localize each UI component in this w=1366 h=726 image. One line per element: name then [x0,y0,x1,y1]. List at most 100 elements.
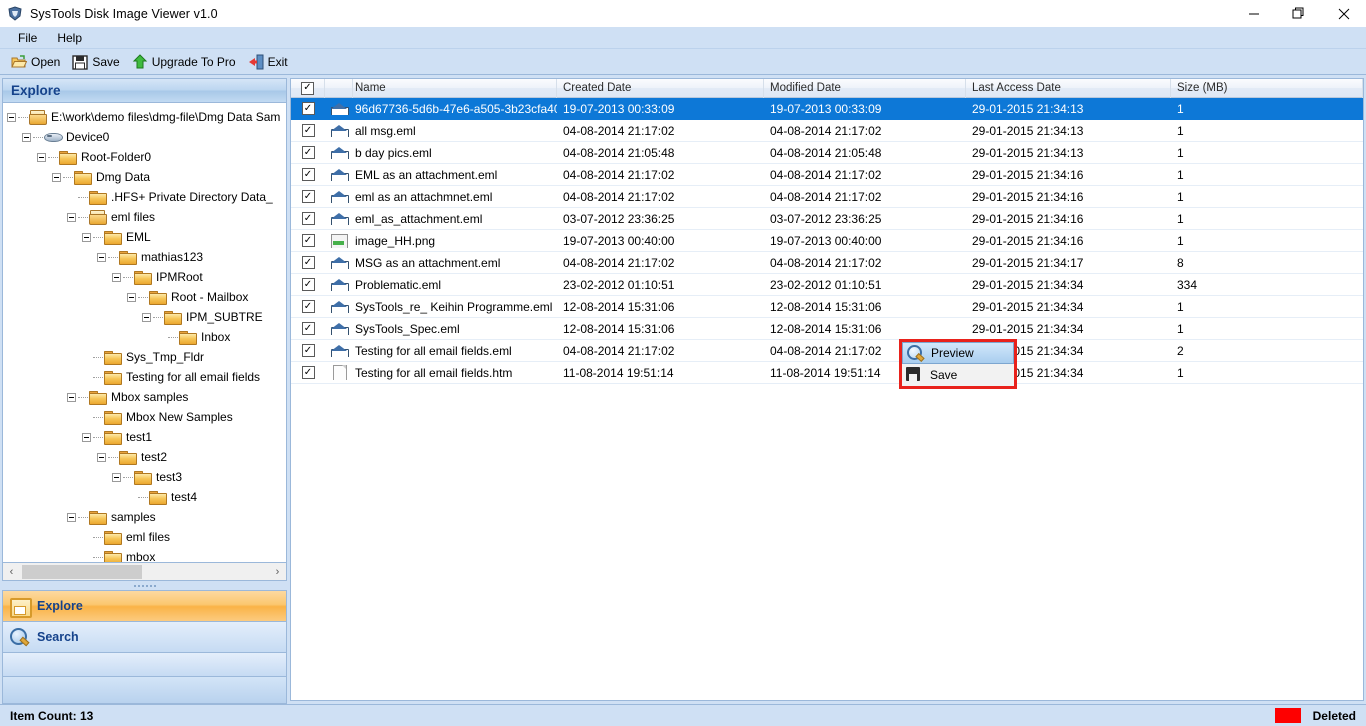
row-checkbox[interactable]: ✓ [301,366,315,379]
row-checkbox-cell[interactable]: ✓ [291,168,325,181]
tree-node[interactable]: test4 [7,487,286,507]
tree-expander-collapse-icon[interactable] [82,432,91,442]
tree-expander-collapse-icon[interactable] [22,132,31,142]
row-checkbox[interactable]: ✓ [301,102,315,115]
tree-expander-collapse-icon[interactable] [52,172,61,182]
panel-splitter[interactable] [2,581,287,590]
tree-expander-collapse-icon[interactable] [67,512,76,522]
table-row[interactable]: ✓ Testing for all email fields.htm 11-08-2… [291,362,1363,384]
tree-expander-collapse-icon[interactable] [142,312,151,322]
row-checkbox[interactable]: ✓ [301,212,315,225]
table-row[interactable]: ✓ eml as an attachmnet.eml 04-08-2014 21:1… [291,186,1363,208]
tree-node[interactable]: test2 [7,447,286,467]
upgrade-to-pro-button[interactable]: Upgrade To Pro [127,52,241,72]
tree-node[interactable]: Device0 [7,127,286,147]
tree-node[interactable]: mbox [7,547,286,562]
tree-expander-collapse-icon[interactable] [97,252,106,262]
row-checkbox-cell[interactable]: ✓ [291,124,325,137]
row-checkbox[interactable]: ✓ [301,234,315,247]
tree-node[interactable]: Inbox [7,327,286,347]
row-checkbox[interactable]: ✓ [301,168,315,181]
row-checkbox[interactable]: ✓ [301,300,315,313]
row-checkbox-cell[interactable]: ✓ [291,366,325,379]
row-checkbox-cell[interactable]: ✓ [291,146,325,159]
select-all-checkbox[interactable]: ✓ [301,81,314,95]
column-header-created-date[interactable]: Created Date [557,79,764,98]
tree-node[interactable]: IPMRoot [7,267,286,287]
table-row[interactable]: ✓ 96d67736-5d6b-47e6-a505-3b23cfa40... 19-… [291,98,1363,120]
column-header-last-access-date[interactable]: Last Access Date [966,79,1171,98]
menu-item-help[interactable]: Help [47,29,92,47]
tree-expander-collapse-icon[interactable] [82,232,91,242]
scrollbar-track[interactable] [20,563,269,580]
column-header-select-all[interactable]: ✓ [291,79,325,98]
row-checkbox[interactable]: ✓ [301,146,315,159]
tree-node[interactable]: eml files [7,527,286,547]
row-checkbox[interactable]: ✓ [301,344,315,357]
row-checkbox[interactable]: ✓ [301,124,315,137]
tree-node[interactable]: test3 [7,467,286,487]
tree-expander-collapse-icon[interactable] [127,292,136,302]
scroll-right-arrow-icon[interactable]: › [269,564,286,580]
tree-horizontal-scrollbar[interactable]: ‹ › [2,563,287,581]
context-menu-item-save[interactable]: Save [902,364,1014,386]
table-row[interactable]: ✓ all msg.eml 04-08-2014 21:17:02 04-08-201… [291,120,1363,142]
tree-node[interactable]: Dmg Data [7,167,286,187]
close-button[interactable] [1321,0,1366,27]
tree-expander-collapse-icon[interactable] [112,472,121,482]
tree-node[interactable]: Testing for all email fields [7,367,286,387]
sidebar-item-explore[interactable]: Explore [3,591,286,622]
sidebar-item-search[interactable]: Search [3,622,286,653]
row-checkbox-cell[interactable]: ✓ [291,256,325,269]
tree-node[interactable]: Mbox samples [7,387,286,407]
tree-node[interactable]: EML [7,227,286,247]
open-button[interactable]: Open [6,52,65,72]
tree-expander-collapse-icon[interactable] [97,452,106,462]
row-checkbox[interactable]: ✓ [301,278,315,291]
table-row[interactable]: ✓ image_HH.png 19-07-2013 00:40:00 19-07-20… [291,230,1363,252]
row-checkbox[interactable]: ✓ [301,190,315,203]
row-checkbox-cell[interactable]: ✓ [291,278,325,291]
table-row[interactable]: ✓ SysTools_re_ Keihin Programme.eml 12-08-… [291,296,1363,318]
column-header-name[interactable]: Name [353,79,557,98]
tree-node[interactable]: test1 [7,427,286,447]
tree-node[interactable]: eml files [7,207,286,227]
table-row[interactable]: ✓ Testing for all email fields.eml 04-08-2… [291,340,1363,362]
row-checkbox[interactable]: ✓ [301,322,315,335]
tree-expander-collapse-icon[interactable] [67,392,76,402]
tree-node[interactable]: .HFS+ Private Directory Data_ [7,187,286,207]
tree-expander-collapse-icon[interactable] [67,212,76,222]
row-checkbox-cell[interactable]: ✓ [291,212,325,225]
row-checkbox-cell[interactable]: ✓ [291,102,325,115]
maximize-button[interactable] [1276,0,1321,27]
column-header-modified-date[interactable]: Modified Date [764,79,966,98]
file-list-body[interactable]: ✓ 96d67736-5d6b-47e6-a505-3b23cfa40... 19-… [291,98,1363,700]
scroll-left-arrow-icon[interactable]: ‹ [3,564,20,580]
tree-node[interactable]: mathias123 [7,247,286,267]
tree-expander-collapse-icon[interactable] [7,112,16,122]
column-header-icon[interactable] [325,79,353,98]
row-checkbox[interactable]: ✓ [301,256,315,269]
tree-node[interactable]: Mbox New Samples [7,407,286,427]
tree-node[interactable]: E:\work\demo files\dmg-file\Dmg Data Sam [7,107,286,127]
table-row[interactable]: ✓ Problematic.eml 23-02-2012 01:10:51 23-02… [291,274,1363,296]
row-checkbox-cell[interactable]: ✓ [291,300,325,313]
menu-item-file[interactable]: File [8,29,47,47]
scrollbar-thumb[interactable] [22,564,142,579]
tree-node[interactable]: Root-Folder0 [7,147,286,167]
tree-node[interactable]: IPM_SUBTRE [7,307,286,327]
save-button[interactable]: Save [67,52,124,72]
tree-scroll-area[interactable]: E:\work\demo files\dmg-file\Dmg Data Sam… [2,102,287,563]
tree-node[interactable]: samples [7,507,286,527]
tree-expander-collapse-icon[interactable] [37,152,46,162]
row-checkbox-cell[interactable]: ✓ [291,234,325,247]
minimize-button[interactable] [1231,0,1276,27]
row-checkbox-cell[interactable]: ✓ [291,344,325,357]
table-row[interactable]: ✓ EML as an attachment.eml 04-08-2014 21:1… [291,164,1363,186]
table-row[interactable]: ✓ MSG as an attachment.eml 04-08-2014 21:1… [291,252,1363,274]
table-row[interactable]: ✓ eml_as_attachment.eml 03-07-2012 23:36:2… [291,208,1363,230]
context-menu-item-preview[interactable]: Preview [902,342,1014,364]
row-checkbox-cell[interactable]: ✓ [291,322,325,335]
column-header-size[interactable]: Size (MB) [1171,79,1363,98]
table-row[interactable]: ✓ b day pics.eml 04-08-2014 21:05:48 04-08-… [291,142,1363,164]
